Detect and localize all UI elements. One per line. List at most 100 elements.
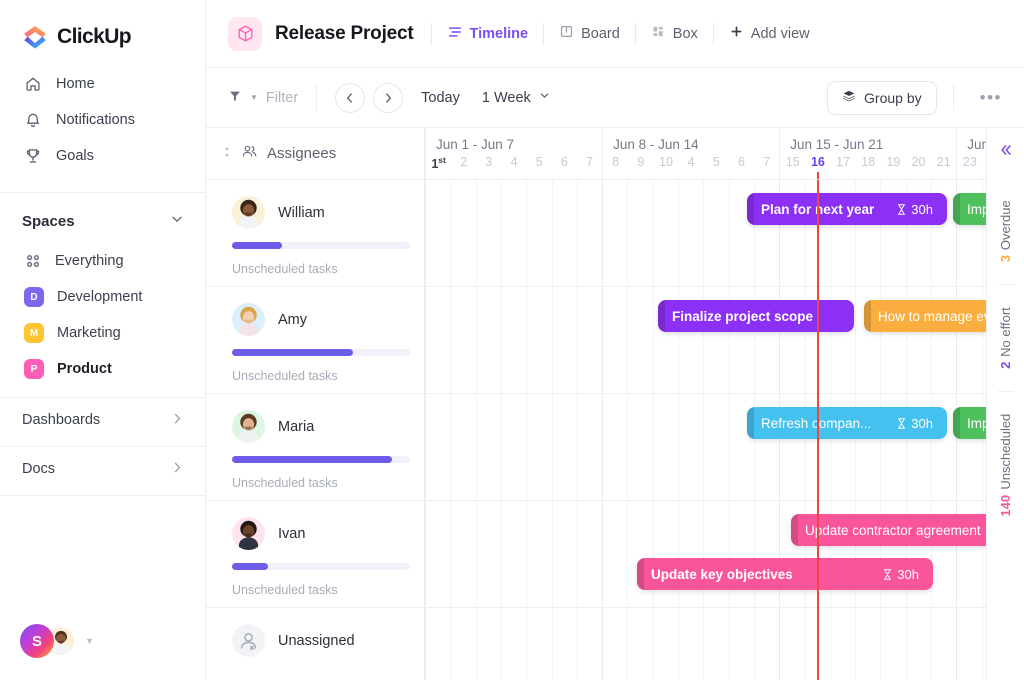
assignee-cell[interactable]: Ivan Unscheduled tasks	[206, 501, 425, 607]
tab-box[interactable]: Box	[636, 17, 713, 51]
avatar[interactable]	[232, 303, 265, 336]
tab-board[interactable]: Board	[544, 17, 635, 51]
sidebar-item-everything[interactable]: Everything	[0, 243, 205, 279]
assignee-name: William	[278, 205, 325, 221]
space-badge-development: D	[24, 287, 44, 307]
unscheduled-tasks-label[interactable]: Unscheduled tasks	[232, 369, 424, 383]
sidebar-item-product[interactable]: P Product	[0, 351, 205, 387]
week-header: Jun 8 - Jun 1489104567	[602, 128, 779, 180]
chevron-down-icon[interactable]	[169, 211, 185, 231]
day-number: 17	[831, 155, 856, 169]
assignee-name: Ivan	[278, 526, 305, 542]
progress-fill	[232, 563, 268, 570]
task-bars	[425, 608, 1024, 680]
space-label: Marketing	[57, 325, 121, 341]
day-numbers: 1st234567	[426, 155, 602, 171]
task-resize-handle[interactable]	[747, 193, 754, 225]
trophy-icon	[24, 147, 42, 165]
sort-icon[interactable]	[222, 145, 232, 163]
task-resize-handle[interactable]	[864, 300, 871, 332]
task-resize-handle[interactable]	[953, 193, 960, 225]
task-resize-handle[interactable]	[791, 514, 798, 546]
assignee-cell[interactable]: AmyUnscheduled tasks	[206, 287, 425, 393]
day-number: 23	[957, 155, 982, 169]
avatar[interactable]	[232, 410, 265, 443]
user-dock[interactable]: S ▼	[20, 624, 94, 658]
timeline-toolbar: ▼ Filter Today 1 Week	[206, 68, 1024, 128]
next-period-button[interactable]	[373, 83, 403, 113]
task-resize-handle[interactable]	[953, 407, 960, 439]
page-title: Release Project	[275, 23, 414, 45]
rail-item-no-effort[interactable]: 2 No effort	[998, 307, 1013, 369]
hourglass-icon	[896, 417, 907, 430]
filter-icon	[228, 89, 242, 107]
summary-rail: 3 Overdue 2 No effort 140 Unscheduled	[986, 128, 1024, 680]
workspace-avatar[interactable]: S	[20, 624, 54, 658]
chevron-down-icon	[538, 89, 551, 106]
task-resize-handle[interactable]	[747, 407, 754, 439]
assignee-cell[interactable]: MariaUnscheduled tasks	[206, 394, 425, 500]
hourglass-icon	[882, 568, 893, 581]
rail-count: 140	[998, 495, 1013, 517]
day-number: 21	[931, 155, 956, 169]
sidebar-item-notifications[interactable]: Notifications	[0, 102, 205, 138]
range-selector[interactable]: 1 Week	[482, 89, 551, 106]
sidebar-item-label: Docs	[22, 461, 55, 477]
today-marker-line	[817, 180, 819, 680]
day-number: 6	[552, 155, 577, 171]
sidebar-item-development[interactable]: D Development	[0, 279, 205, 315]
progress-bar	[232, 456, 410, 463]
avatar[interactable]	[232, 517, 265, 550]
unscheduled-tasks-label[interactable]: Unscheduled tasks	[232, 262, 424, 276]
assignee-row: AmyUnscheduled tasks Finalize project sco…	[206, 287, 1024, 394]
assignees-column-header[interactable]: Assignees	[206, 128, 425, 179]
day-number: 7	[577, 155, 602, 171]
day-numbers: 15161718192021	[780, 155, 956, 169]
unscheduled-tasks-label[interactable]: Unscheduled tasks	[232, 583, 424, 597]
today-button[interactable]: Today	[421, 90, 460, 106]
progress-fill	[232, 242, 282, 249]
filter-button[interactable]: ▼ Filter	[228, 89, 298, 107]
prev-period-button[interactable]	[335, 83, 365, 113]
sidebar-item-dashboards[interactable]: Dashboards	[0, 398, 205, 442]
assignee-identity: Ivan	[206, 501, 424, 550]
tab-label: Box	[673, 26, 698, 42]
task-bar[interactable]: Update key objectives30h	[637, 558, 933, 590]
spaces-header[interactable]: Spaces	[0, 199, 205, 243]
sidebar-item-goals[interactable]: Goals	[0, 138, 205, 174]
unscheduled-tasks-label[interactable]: Unscheduled tasks	[232, 476, 424, 490]
sidebar-item-home[interactable]: Home	[0, 66, 205, 102]
task-bars: Update contractor agreementUpdate key ob…	[425, 501, 1024, 607]
clickup-app: ClickUp Home Notifications	[0, 0, 1024, 680]
chevrons-left-icon[interactable]	[998, 142, 1014, 162]
box-cube-icon	[228, 17, 262, 51]
group-by-button[interactable]: Group by	[827, 81, 937, 115]
task-resize-handle[interactable]	[637, 558, 644, 590]
sidebar-item-marketing[interactable]: M Marketing	[0, 315, 205, 351]
more-options-button[interactable]: •••	[962, 88, 1008, 108]
add-view-button[interactable]: Add view	[714, 17, 825, 51]
progress-fill	[232, 349, 353, 356]
rail-item-overdue[interactable]: 3 Overdue	[998, 200, 1013, 262]
caret-down-icon: ▼	[250, 93, 258, 102]
avatar[interactable]	[232, 624, 265, 657]
rail-item-unscheduled[interactable]: 140 Unscheduled	[998, 414, 1013, 517]
task-meta: 30h	[872, 567, 919, 582]
avatar[interactable]	[232, 196, 265, 229]
rail-count: 3	[998, 255, 1013, 262]
chevron-right-icon	[170, 460, 185, 479]
task-resize-handle[interactable]	[658, 300, 665, 332]
plus-icon	[729, 24, 744, 43]
day-number: 1st	[426, 155, 451, 171]
task-bars: Refresh compan...30hImplem..	[425, 394, 1024, 500]
tab-timeline[interactable]: Timeline	[432, 17, 544, 51]
chevron-down-icon[interactable]: ▼	[85, 636, 94, 646]
sidebar-item-docs[interactable]: Docs	[0, 447, 205, 491]
app-logo[interactable]: ClickUp	[0, 0, 205, 54]
task-bar[interactable]: Refresh compan...30h	[747, 407, 947, 439]
task-bar[interactable]: Plan for next year30h	[747, 193, 947, 225]
assignee-cell[interactable]: Unassigned	[206, 608, 425, 680]
assignee-cell[interactable]: William Unscheduled tasks	[206, 180, 425, 286]
task-bar[interactable]: Finalize project scope	[658, 300, 854, 332]
sidebar-item-label: Home	[56, 76, 95, 92]
